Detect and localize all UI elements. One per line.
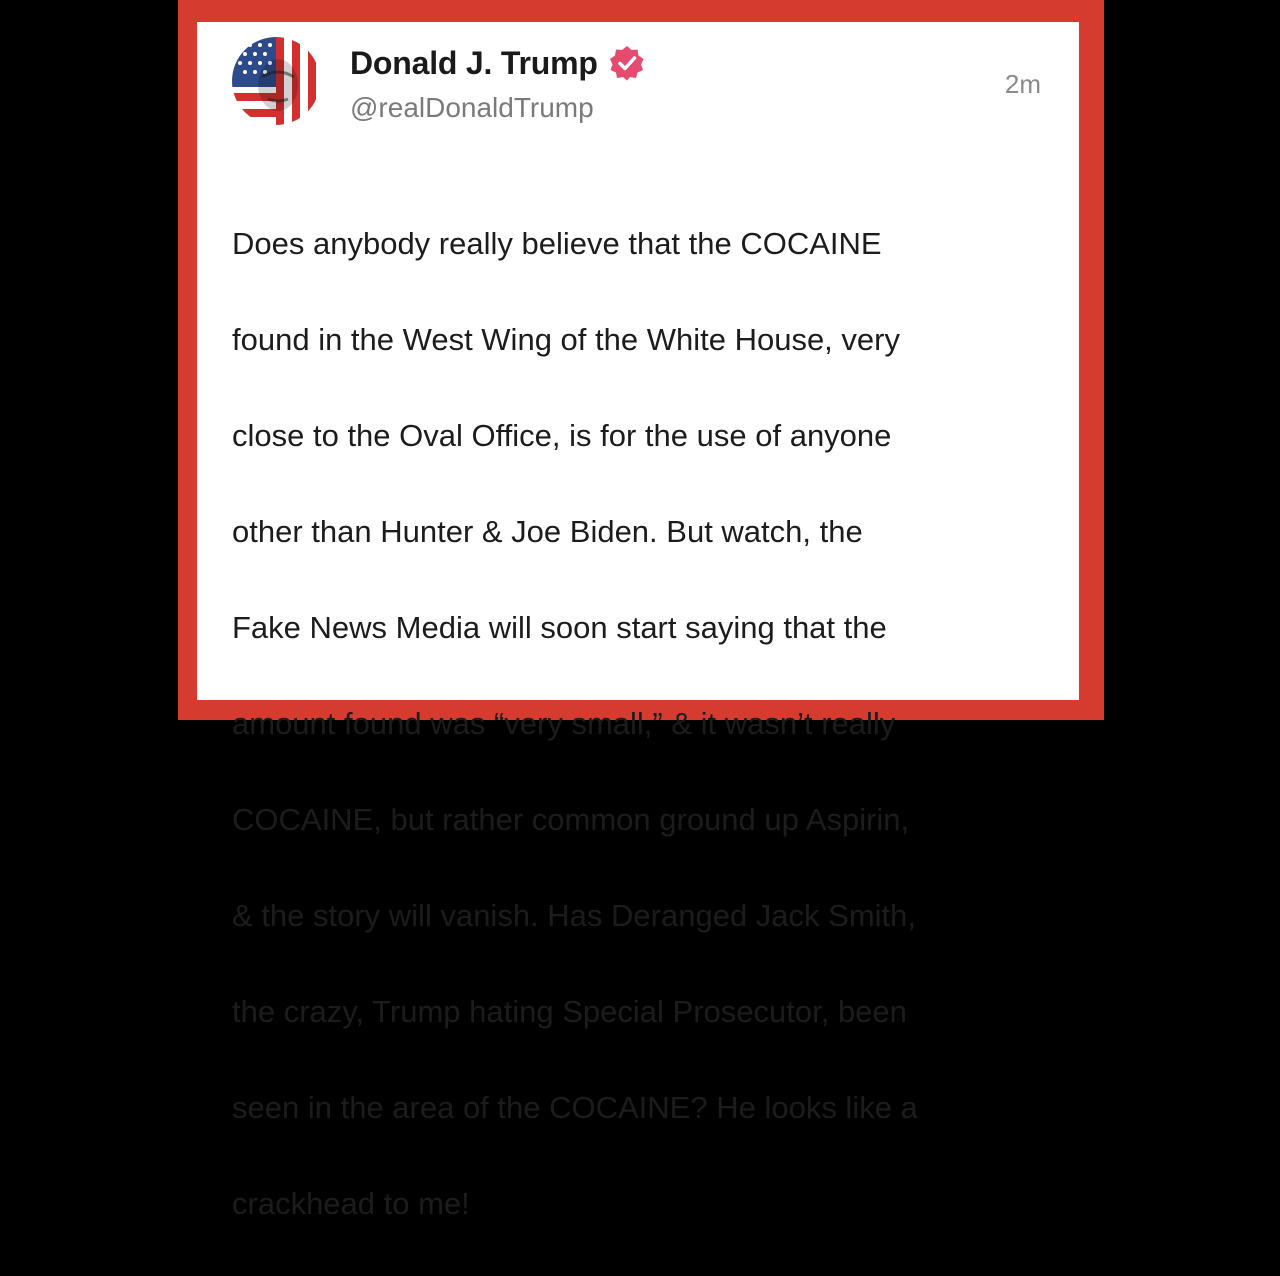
flag-portrait-avatar-icon [232, 37, 320, 125]
post-body-text: Does anybody really believe that the COC… [232, 172, 1052, 1276]
post-line: close to the Oval Office, is for the use… [232, 418, 892, 453]
post-line: the crazy, Trump hating Special Prosecut… [232, 994, 907, 1029]
author-display-name[interactable]: Donald J. Trump [350, 45, 598, 82]
post-timestamp[interactable]: 2m [1005, 69, 1041, 100]
post-line: amount found was “very small,” & it wasn… [232, 706, 896, 741]
post-line: Fake News Media will soon start saying t… [232, 610, 887, 645]
post-line: seen in the area of the COCAINE? He look… [232, 1090, 918, 1125]
post-line: other than Hunter & Joe Biden. But watch… [232, 514, 863, 549]
author-name-row: Donald J. Trump [350, 44, 646, 82]
post-card[interactable]: Donald J. Trump @realDonaldTrump 2m Does… [197, 22, 1079, 1221]
post-line: found in the West Wing of the White Hous… [232, 322, 900, 357]
author-handle[interactable]: @realDonaldTrump [350, 92, 594, 124]
verified-badge-icon [608, 44, 646, 82]
post-line: COCAINE, but rather common ground up Asp… [232, 802, 910, 837]
post-line: & the story will vanish. Has Deranged Ja… [232, 898, 916, 933]
post-line: Does anybody really believe that the COC… [232, 226, 882, 261]
author-avatar[interactable] [232, 37, 320, 125]
post-line: crackhead to me! [232, 1186, 470, 1221]
